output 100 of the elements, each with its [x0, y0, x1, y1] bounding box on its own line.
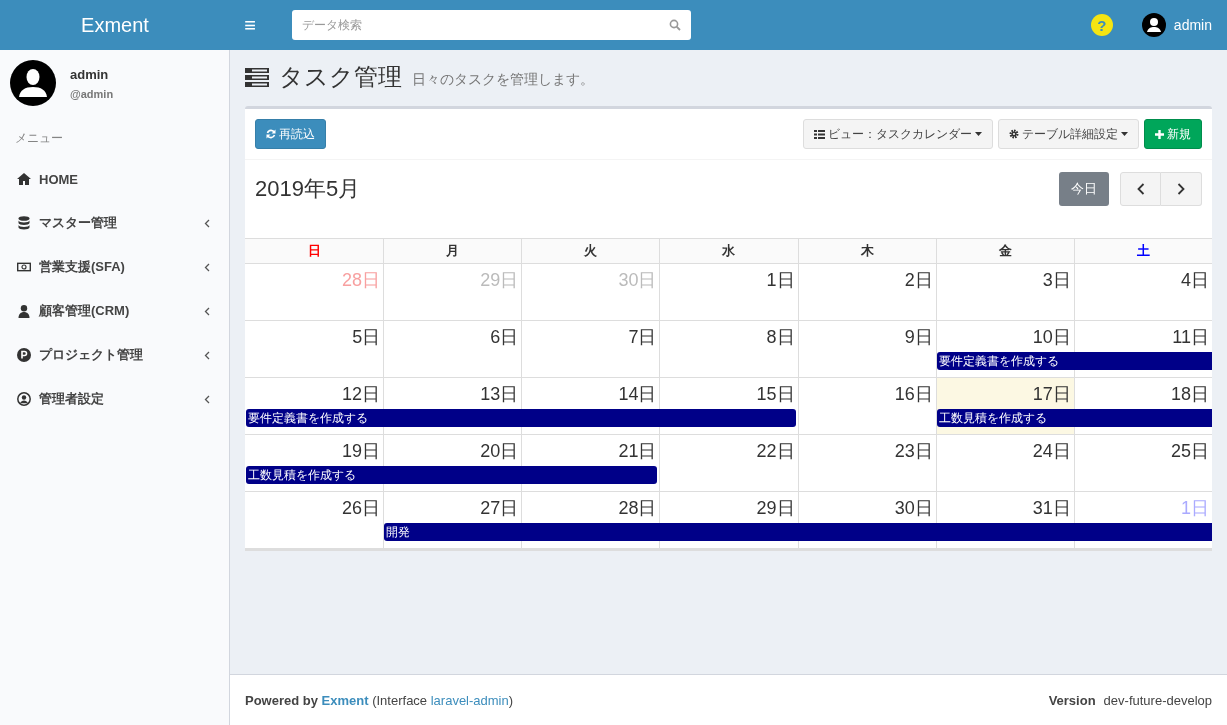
table-icon [245, 67, 269, 87]
nav-item[interactable]: 管理者設定 [0, 377, 229, 421]
page-subtitle: 日々のタスクを管理します。 [412, 71, 594, 89]
money-icon [17, 261, 31, 273]
user-name[interactable]: admin [1173, 17, 1212, 33]
day-number: 30日 [617, 269, 658, 292]
day-number: 30日 [893, 497, 934, 520]
day-number: 15日 [755, 383, 796, 406]
laravel-admin-link[interactable]: laravel-admin [430, 692, 509, 708]
event-bar[interactable]: 工数見積を作成する [246, 466, 384, 484]
event-bar[interactable] [1073, 352, 1212, 370]
day-number: 10日 [1031, 326, 1072, 349]
user-handle: @admin [70, 87, 114, 100]
event-bar[interactable]: 開発 [384, 523, 522, 541]
nav-item[interactable]: プロジェクト管理 [0, 333, 229, 377]
day-number: 21日 [617, 440, 658, 463]
view-dropdown[interactable]: ビュー：タスクカレンダー [803, 119, 993, 149]
nav-label: 営業支援(SFA) [39, 258, 126, 276]
weekday-header: 金 [935, 239, 1074, 264]
reload-button[interactable]: 再読込 [255, 119, 326, 149]
nav-label: 管理者設定 [39, 390, 105, 408]
day-number: 23日 [893, 440, 934, 463]
nav-label: プロジェクト管理 [39, 346, 144, 364]
day-number: 27日 [479, 497, 520, 520]
user-icon [17, 304, 31, 318]
day-number: 9日 [903, 326, 934, 349]
day-number: 5日 [351, 326, 382, 349]
weekday-header: 土 [1073, 239, 1212, 264]
day-number: 26日 [341, 497, 382, 520]
event-bar[interactable] [521, 466, 658, 484]
settings-icon [1009, 129, 1019, 139]
event-bar[interactable]: 工数見積を作成する [936, 409, 1074, 427]
today-button[interactable]: 今日 [1059, 172, 1109, 206]
caret-icon [975, 132, 982, 136]
search-field[interactable]: データ検索 [292, 10, 691, 40]
weekday-header: 日 [245, 239, 384, 264]
nav-label: マスター管理 [39, 214, 118, 232]
previous-button[interactable] [1120, 172, 1161, 206]
parking-icon [17, 348, 31, 362]
day-number: 14日 [617, 383, 658, 406]
event-bar[interactable] [1073, 523, 1212, 541]
calendar-title: 2019年5月 [255, 175, 361, 203]
day-number: 4日 [1179, 269, 1210, 292]
user-name: admin [70, 66, 110, 82]
exment-link[interactable]: Exment [321, 692, 369, 708]
day-number: 16日 [893, 383, 934, 406]
day-number: 18日 [1169, 383, 1210, 406]
event-bar[interactable] [1073, 409, 1212, 427]
day-number: 19日 [341, 440, 382, 463]
day-number: 31日 [1031, 497, 1072, 520]
search-icon [669, 19, 681, 31]
version-label: Version [1048, 692, 1096, 708]
next-button[interactable] [1161, 172, 1202, 206]
day-number: 28日 [341, 269, 382, 292]
day-number: 20日 [479, 440, 520, 463]
day-number: 1日 [765, 269, 796, 292]
weekday-header: 月 [383, 239, 522, 264]
refresh-icon [266, 129, 276, 139]
day-number: 29日 [479, 269, 520, 292]
plus-icon [1155, 129, 1164, 139]
day-number: 11日 [1171, 326, 1210, 349]
event-bar[interactable]: 要件定義書を作成する [936, 352, 1074, 370]
settings-dropdown[interactable]: テーブル詳細設定 [998, 119, 1139, 149]
day-number: 6日 [489, 326, 520, 349]
chevron-right-icon [1177, 183, 1185, 195]
day-number: 13日 [479, 383, 520, 406]
day-number: 8日 [765, 326, 796, 349]
nav-item[interactable]: HOME [0, 157, 229, 201]
event-bar[interactable] [659, 409, 796, 427]
day-number: 29日 [755, 497, 796, 520]
user-circle-icon [17, 392, 31, 406]
day-number: 7日 [627, 326, 658, 349]
nav-item[interactable]: マスター管理 [0, 201, 229, 245]
weekday-header: 火 [521, 239, 660, 264]
day-number: 25日 [1169, 440, 1210, 463]
page-title: タスク管理 [279, 62, 402, 92]
home-icon [17, 173, 31, 185]
weekday-header: 木 [797, 239, 936, 264]
avatar-icon[interactable] [1141, 13, 1166, 37]
version-text: dev-future-develop [1103, 692, 1212, 708]
day-number: 24日 [1031, 440, 1072, 463]
day-number: 22日 [755, 440, 796, 463]
day-number: 3日 [1041, 269, 1072, 292]
menu-heading: メニュー [14, 130, 64, 147]
chevron-left-icon [1136, 183, 1145, 195]
caret-icon [1121, 132, 1128, 136]
logo[interactable]: Exment [0, 13, 230, 37]
day-number: 12日 [341, 383, 382, 406]
event-bar[interactable]: 要件定義書を作成する [246, 409, 384, 427]
avatar-icon [10, 60, 56, 106]
nav-label: HOME [39, 171, 79, 187]
nav-label: 顧客管理(CRM) [39, 302, 131, 320]
nav-item[interactable]: 顧客管理(CRM) [0, 289, 229, 333]
database-icon [17, 216, 31, 230]
weekday-header: 水 [659, 239, 798, 264]
menu-toggle[interactable]: ≡ [230, 13, 270, 37]
nav-item[interactable]: 営業支援(SFA) [0, 245, 229, 289]
day-number: 1日 [1179, 497, 1210, 520]
day-number: 28日 [617, 497, 658, 520]
list-icon [814, 129, 825, 139]
